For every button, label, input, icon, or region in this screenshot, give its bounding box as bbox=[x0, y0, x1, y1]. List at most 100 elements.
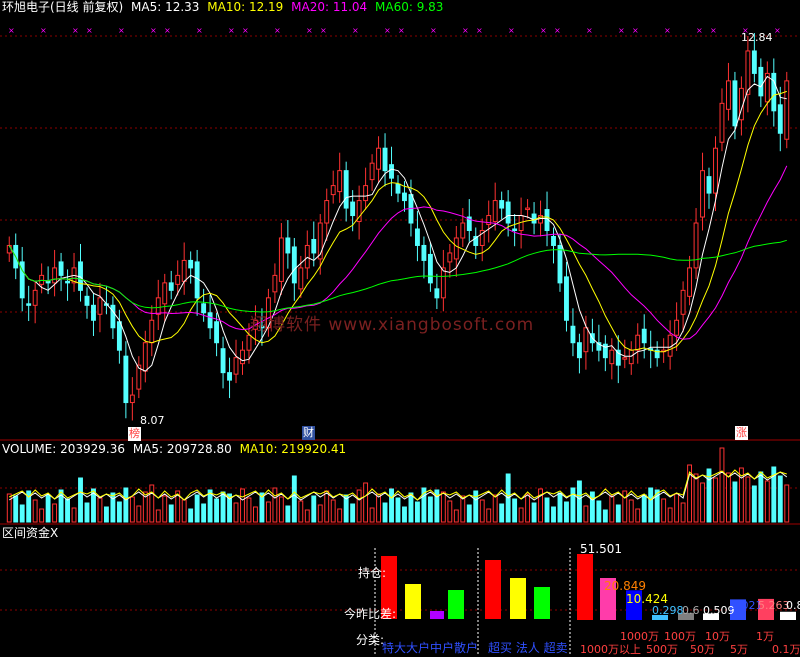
fund-value-6: 0.509 bbox=[703, 604, 735, 617]
volume-bar bbox=[194, 494, 200, 523]
volume-bar bbox=[129, 496, 135, 523]
volume-bar bbox=[376, 493, 382, 523]
volume-bar bbox=[473, 490, 479, 523]
candle-body bbox=[116, 321, 122, 351]
candle-body bbox=[58, 261, 64, 276]
candle-body bbox=[570, 325, 576, 344]
volume-bar bbox=[680, 502, 686, 523]
signal-mark: × bbox=[508, 26, 515, 35]
ma10-line bbox=[8, 90, 787, 353]
volume-bar bbox=[402, 506, 407, 523]
volume-bar bbox=[440, 491, 446, 523]
marker-cai[interactable]: 财 bbox=[302, 426, 315, 440]
volume-bar bbox=[207, 489, 213, 523]
volume-bar bbox=[162, 495, 168, 523]
candle-body bbox=[39, 274, 45, 285]
volume-ma5: MA5: 209728.80 bbox=[132, 442, 232, 456]
candle-body bbox=[188, 259, 194, 269]
candle-body bbox=[26, 303, 32, 306]
candle-body bbox=[149, 319, 155, 344]
candle-body bbox=[402, 192, 407, 202]
candle-body bbox=[713, 147, 718, 194]
volume-bar bbox=[615, 504, 621, 523]
volume-value: VOLUME: 203929.36 bbox=[2, 442, 125, 456]
candle-body bbox=[609, 349, 615, 365]
volume-bar bbox=[201, 503, 207, 523]
candle-body bbox=[460, 222, 466, 239]
candle-body bbox=[389, 164, 394, 179]
signal-mark: × bbox=[430, 26, 437, 35]
diff-label: 今昨比差: bbox=[344, 607, 397, 621]
candle-body bbox=[732, 80, 738, 127]
volume-bar bbox=[369, 507, 375, 523]
volume-bar bbox=[784, 484, 790, 523]
volume-bar bbox=[136, 505, 142, 523]
volume-bar bbox=[512, 498, 518, 523]
candle-body bbox=[298, 267, 304, 290]
high-price-label: 12.84 bbox=[741, 31, 773, 44]
volume-bar bbox=[661, 498, 667, 523]
candle-body bbox=[447, 252, 453, 263]
volume-ma10: MA10: 219920.41 bbox=[239, 442, 347, 456]
marker-bang[interactable]: 榜 bbox=[128, 427, 141, 441]
candle-body bbox=[628, 349, 634, 365]
signal-mark: × bbox=[86, 26, 93, 35]
volume-bar bbox=[311, 495, 317, 523]
candle-body bbox=[564, 276, 569, 321]
candle-body bbox=[531, 213, 537, 224]
volume-bar bbox=[233, 502, 239, 523]
signal-mark: × bbox=[586, 26, 593, 35]
fund-panel-title: 区间资金X bbox=[2, 526, 59, 540]
volume-bar bbox=[246, 497, 252, 523]
hold-label: 持仓: bbox=[358, 566, 387, 580]
volume-bar bbox=[589, 491, 595, 523]
volume-bar bbox=[674, 493, 680, 523]
candle-body bbox=[687, 267, 693, 297]
candle-body bbox=[434, 288, 440, 299]
range-top-3: 10万 bbox=[705, 630, 730, 643]
volume-bar bbox=[466, 504, 472, 523]
candle-body bbox=[635, 334, 641, 351]
candle-body bbox=[45, 280, 51, 284]
candle-body bbox=[110, 304, 116, 329]
low-price-label: 8.07 bbox=[140, 414, 165, 427]
volume-bar bbox=[447, 500, 453, 523]
candle-body bbox=[65, 280, 70, 284]
volume-bar bbox=[758, 471, 764, 523]
candle-body bbox=[505, 201, 511, 224]
volume-bar bbox=[324, 490, 330, 523]
candle-body bbox=[706, 176, 712, 194]
candle-body bbox=[142, 342, 148, 372]
volume-bar bbox=[278, 496, 284, 523]
volume-bar bbox=[39, 508, 45, 523]
fund-value-5: 0.6 bbox=[682, 604, 700, 617]
volume-bar bbox=[602, 509, 608, 523]
volume-bar bbox=[576, 480, 582, 523]
candle-body bbox=[330, 185, 336, 196]
fund-value-1: 51.501 bbox=[580, 542, 622, 556]
volume-bar bbox=[609, 495, 615, 523]
signal-mark: × bbox=[554, 26, 561, 35]
volume-bar bbox=[356, 489, 362, 523]
candle-body bbox=[576, 342, 582, 359]
candle-body bbox=[751, 50, 757, 74]
volume-bar bbox=[181, 499, 187, 523]
volume-bar bbox=[240, 488, 245, 523]
signal-mark: × bbox=[164, 26, 171, 35]
volume-bar bbox=[395, 497, 401, 523]
candle-body bbox=[745, 50, 751, 95]
volume-bar bbox=[713, 477, 718, 523]
candle-body bbox=[246, 334, 252, 351]
volume-bar bbox=[272, 487, 278, 523]
candle-body bbox=[181, 259, 187, 282]
volume-bar bbox=[52, 503, 58, 523]
candle-body bbox=[758, 66, 764, 97]
volume-bar bbox=[32, 499, 38, 523]
volume-bar bbox=[414, 501, 420, 523]
volume-bar bbox=[635, 508, 641, 523]
hold-bar-3 bbox=[448, 590, 464, 619]
candle-body bbox=[551, 235, 556, 246]
marker-zhang[interactable]: 涨 bbox=[735, 426, 748, 440]
fund-value-9: 0.8 bbox=[786, 599, 800, 612]
volume-bar bbox=[596, 500, 602, 523]
